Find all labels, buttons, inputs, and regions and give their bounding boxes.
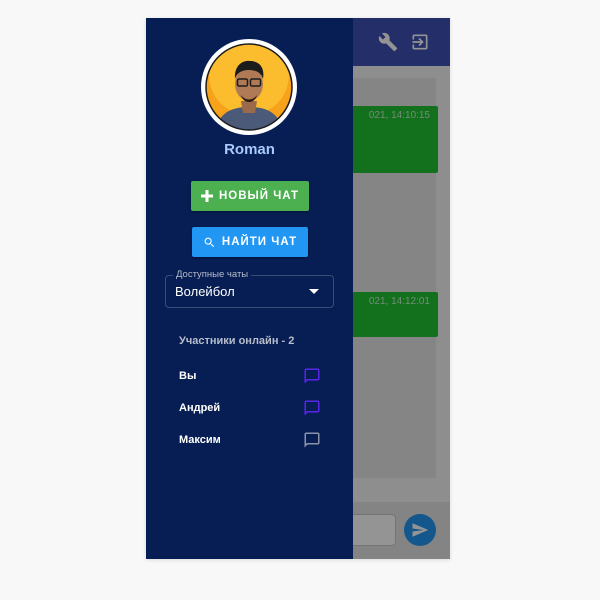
avatar bbox=[201, 39, 297, 135]
member-item: Андрей bbox=[179, 399, 321, 419]
new-chat-button[interactable]: НОВЫЙ ЧАТ bbox=[191, 181, 309, 211]
chat-bubble-icon[interactable] bbox=[303, 431, 321, 449]
find-chat-button[interactable]: НАЙТИ ЧАТ bbox=[192, 227, 308, 257]
new-chat-label: НОВЫЙ ЧАТ bbox=[218, 190, 300, 202]
online-members-title: Участники онлайн - 2 bbox=[179, 335, 295, 347]
app-window: 021, 14:10:15 лько вка? 021, 14:12:01 бу… bbox=[146, 18, 450, 559]
member-name: Максим bbox=[179, 434, 221, 446]
member-item: Вы bbox=[179, 367, 321, 387]
find-chat-label: НАЙТИ ЧАТ bbox=[221, 236, 298, 248]
search-icon bbox=[204, 237, 214, 247]
plus-icon bbox=[200, 190, 213, 202]
member-item: Максим bbox=[179, 431, 321, 451]
chat-bubble-icon[interactable] bbox=[303, 399, 321, 417]
navigation-drawer: Roman НОВЫЙ ЧАТ НАЙТИ ЧАТ Доступные чаты… bbox=[146, 18, 353, 559]
member-name: Андрей bbox=[179, 402, 221, 414]
available-chats-value: Волейбол bbox=[175, 284, 235, 299]
member-name: Вы bbox=[179, 370, 197, 382]
chat-bubble-icon[interactable] bbox=[303, 367, 321, 385]
available-chats-select[interactable]: Доступные чаты Волейбол bbox=[165, 269, 334, 308]
user-name: Roman bbox=[224, 141, 275, 158]
dropdown-arrow-icon[interactable] bbox=[309, 289, 319, 294]
available-chats-label: Доступные чаты bbox=[173, 269, 252, 280]
